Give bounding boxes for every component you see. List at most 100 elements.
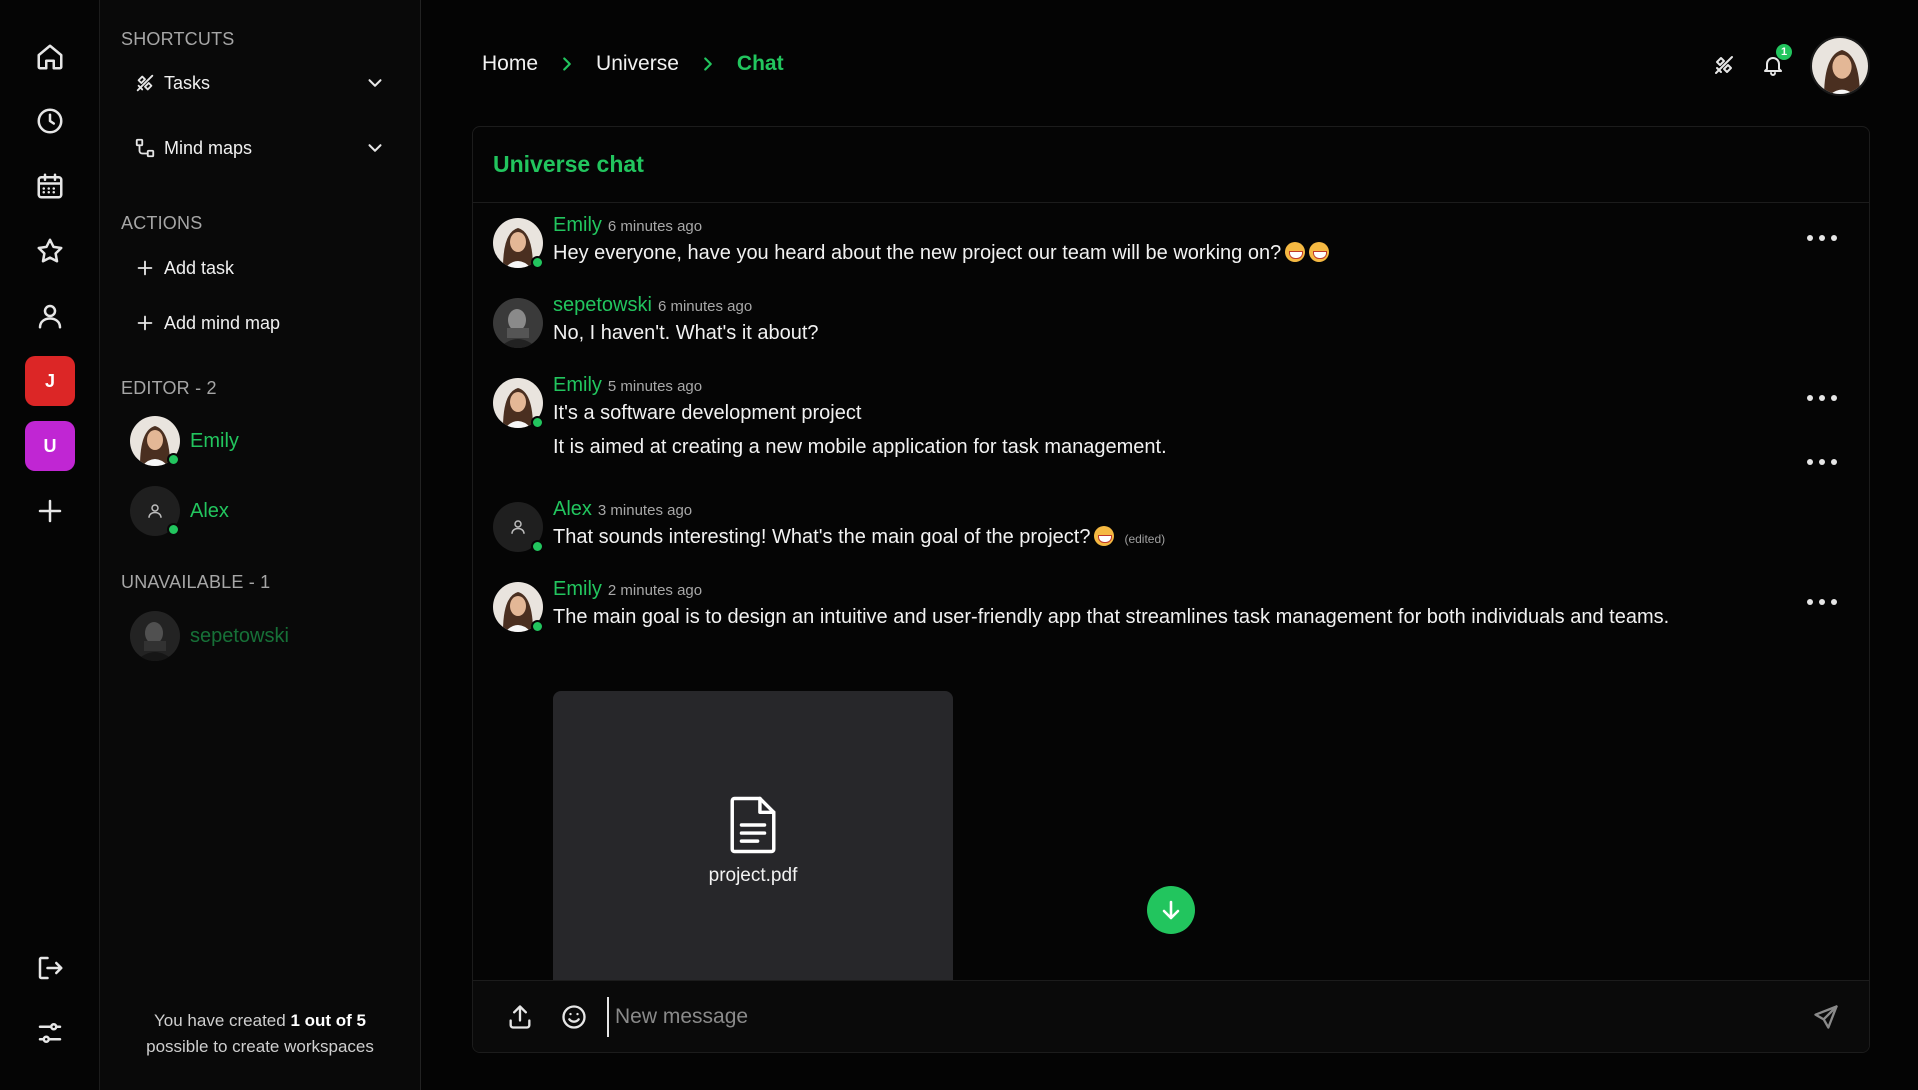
avatar (130, 416, 180, 466)
workspace-u-button[interactable]: U (25, 421, 75, 471)
chat-message: Emily 2 minutes ago The main goal is to … (493, 578, 1849, 648)
star-icon[interactable] (25, 226, 75, 276)
workspace-limit-note: You have created 1 out of 5 possible to … (100, 1008, 420, 1060)
message-input[interactable] (607, 996, 1809, 1037)
chat-header: Universe chat (473, 127, 1869, 203)
online-status-dot (531, 416, 544, 429)
shortcut-mind-maps[interactable]: Mind maps (134, 133, 386, 163)
message-text: It is aimed at creating a new mobile app… (553, 436, 1167, 458)
chat-panel: Universe chat Emily 6 minutes ago Hey ev… (472, 126, 1870, 1053)
shortcuts-title: SHORTCUTS (121, 29, 235, 49)
notification-count-badge: 1 (1776, 44, 1792, 60)
breadcrumb-chat[interactable]: Chat (737, 52, 784, 76)
workspace-j-button[interactable]: J (25, 356, 75, 406)
avatar[interactable] (493, 298, 543, 348)
notifications-bell-icon[interactable]: 1 (1758, 44, 1792, 80)
message-text: It's a software development project (553, 402, 862, 424)
home-icon[interactable] (25, 32, 75, 82)
chevron-right-icon (704, 57, 712, 71)
online-status-dot (167, 453, 180, 466)
settings-sliders-icon[interactable] (25, 1008, 75, 1058)
upload-icon[interactable] (503, 1000, 537, 1034)
message-options-button[interactable] (1807, 388, 1837, 408)
add-mind-map-label: Add mind map (164, 312, 281, 333)
grinning-emoji-icon (1309, 242, 1330, 262)
avatar[interactable] (493, 378, 544, 429)
chevron-down-icon[interactable] (364, 137, 386, 159)
arrow-down-icon (1162, 900, 1180, 920)
scroll-to-bottom-button[interactable] (1147, 886, 1195, 934)
add-task-label: Add task (164, 257, 235, 278)
sepetowski-avatar-image (130, 611, 180, 661)
workspace-limit-count: 1 out of 5 (290, 1011, 366, 1030)
member-name: Emily (190, 429, 239, 452)
message-author[interactable]: Emily (553, 214, 602, 237)
add-workspace-icon[interactable] (25, 486, 75, 536)
avatar[interactable] (493, 582, 544, 633)
message-author[interactable]: sepetowski (553, 294, 652, 317)
attachment-file-name: project.pdf (708, 865, 798, 886)
chat-title: Universe chat (493, 151, 644, 177)
plus-icon (137, 260, 153, 276)
message-options-button[interactable] (1807, 592, 1837, 612)
message-time: 6 minutes ago (657, 298, 753, 315)
send-icon[interactable] (1809, 1000, 1843, 1034)
avatar (130, 611, 180, 661)
avatar[interactable] (493, 218, 544, 269)
calendar-icon[interactable] (25, 161, 75, 211)
online-status-dot (167, 523, 180, 536)
member-emily[interactable]: Emily (130, 416, 239, 466)
plus-icon (137, 315, 153, 331)
shortcut-mind-maps-label: Mind maps (164, 137, 253, 158)
add-mind-map-button[interactable]: Add mind map (134, 308, 386, 338)
actions-title: ACTIONS (121, 213, 203, 233)
message-header: sepetowski 6 minutes ago (553, 294, 752, 317)
avatar[interactable] (493, 502, 544, 553)
message-header: Emily 5 minutes ago (553, 374, 702, 397)
breadcrumb-home[interactable]: Home (482, 52, 538, 76)
chat-message: Emily 5 minutes ago It's a software deve… (493, 374, 1849, 474)
grinning-emoji-icon (1285, 242, 1306, 262)
message-author[interactable]: Emily (553, 578, 602, 601)
sidebar: SHORTCUTS Tasks Mind maps ACTIONS Add ta… (100, 0, 421, 1090)
message-options-button[interactable] (1807, 452, 1837, 472)
message-author[interactable]: Alex (553, 498, 592, 521)
profile-avatar-image (1812, 38, 1868, 94)
mind-map-icon (135, 138, 155, 158)
message-time: 2 minutes ago (607, 582, 703, 599)
add-task-button[interactable]: Add task (134, 253, 386, 283)
tasks-icon (136, 74, 154, 92)
app-rail: J U (0, 0, 100, 1090)
workspace-u-letter: U (43, 435, 57, 456)
user-placeholder-icon (511, 520, 525, 534)
logout-icon[interactable] (25, 943, 75, 993)
avatar (130, 486, 180, 536)
user-icon[interactable] (25, 291, 75, 341)
message-options-button[interactable] (1807, 228, 1837, 248)
message-author[interactable]: Emily (553, 374, 602, 397)
breadcrumb: Home Universe Chat (482, 52, 784, 76)
tasks-icon[interactable] (1709, 50, 1739, 80)
online-status-dot (531, 540, 544, 553)
shortcut-tasks[interactable]: Tasks (134, 68, 386, 98)
profile-avatar[interactable] (1810, 36, 1870, 96)
breadcrumb-universe[interactable]: Universe (596, 52, 679, 76)
message-text: Hey everyone, have you heard about the n… (553, 242, 1330, 265)
member-alex[interactable]: Alex (130, 486, 229, 536)
chevron-down-icon[interactable] (364, 72, 386, 94)
member-sepetowski[interactable]: sepetowski (130, 611, 289, 661)
message-header: Alex 3 minutes ago (553, 498, 692, 521)
workspace-limit-prefix: You have created (154, 1011, 291, 1030)
message-text-content: That sounds interesting! What's the main… (553, 526, 1091, 548)
user-placeholder-icon (148, 504, 162, 518)
clock-icon[interactable] (25, 96, 75, 146)
chevron-right-icon (563, 57, 571, 71)
member-name: Alex (190, 499, 229, 522)
pdf-attachment-card[interactable]: project.pdf (553, 691, 953, 991)
message-text: No, I haven't. What's it about? (553, 322, 819, 344)
editor-title: EDITOR - 2 (121, 378, 217, 398)
sepetowski-avatar-image (493, 298, 543, 348)
emoji-icon[interactable] (557, 1000, 591, 1034)
online-status-dot (531, 256, 544, 269)
message-header: Emily 6 minutes ago (553, 214, 702, 237)
